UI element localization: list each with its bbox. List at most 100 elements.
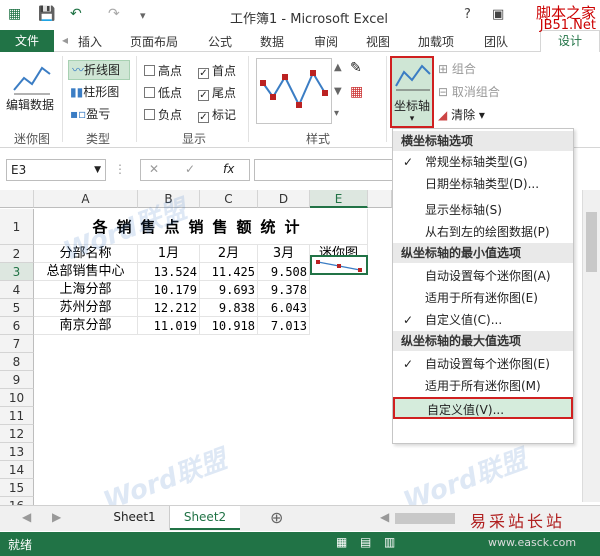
tab-insert[interactable]: 插入: [78, 33, 102, 50]
edit-data-button[interactable]: 编辑数据: [6, 96, 54, 113]
tab-file[interactable]: 文件: [0, 30, 54, 52]
insert-function-icon[interactable]: fx: [223, 162, 234, 176]
axis-menu-item[interactable]: 适用于所有迷你图(M): [393, 375, 573, 397]
sales-value-cell[interactable]: 7.013: [258, 317, 310, 335]
axis-menu-item[interactable]: 自动设置每个迷你图(A): [393, 265, 573, 287]
name-box[interactable]: E3 ▼: [6, 159, 106, 181]
sales-value-cell[interactable]: 9.693: [200, 281, 258, 299]
first-point-checkbox[interactable]: 首点: [198, 62, 236, 79]
enter-icon[interactable]: ✓: [185, 162, 195, 176]
axis-menu-item[interactable]: 显示坐标轴(S): [393, 199, 573, 221]
tab-team[interactable]: 团队: [484, 33, 508, 50]
sales-value-cell[interactable]: 9.838: [200, 299, 258, 317]
branch-name-cell[interactable]: 苏州分部: [34, 299, 138, 317]
sheet-tab[interactable]: Sheet1: [100, 506, 170, 530]
sales-value-cell[interactable]: 13.524: [138, 263, 200, 281]
row-header[interactable]: 6: [0, 317, 34, 335]
sales-value-cell[interactable]: 9.378: [258, 281, 310, 299]
axis-menu-item[interactable]: ✓ 常规坐标轴类型(G): [393, 151, 573, 173]
group-button[interactable]: ⊞ 组合: [438, 60, 476, 77]
header-cell[interactable]: 3月: [258, 245, 310, 263]
cancel-icon[interactable]: ✕: [149, 162, 159, 176]
column-header[interactable]: D: [258, 190, 310, 208]
sales-value-cell[interactable]: 12.212: [138, 299, 200, 317]
branch-name-cell[interactable]: 总部销售中心: [34, 263, 138, 281]
axis-menu-item[interactable]: ✓ 自定义值(C)...: [393, 309, 573, 331]
formula-input[interactable]: [254, 159, 394, 181]
normal-view-icon[interactable]: ▦: [336, 535, 347, 549]
tab-review[interactable]: 审阅: [314, 33, 338, 50]
scrollbar-thumb[interactable]: [586, 212, 597, 272]
header-cell[interactable]: 分部名称: [34, 245, 138, 263]
hscroll-left-icon[interactable]: ◀: [380, 510, 389, 524]
high-point-checkbox[interactable]: 高点: [144, 62, 182, 79]
tab-design[interactable]: 设计: [540, 30, 600, 52]
customize-qat-icon[interactable]: ▾: [140, 9, 146, 22]
sparkline-color-icon[interactable]: ✎: [350, 60, 362, 76]
sheet-title[interactable]: 各销售点销售额统计: [34, 209, 368, 245]
column-header[interactable]: [368, 190, 392, 208]
axis-menu-item[interactable]: 适用于所有迷你图(E): [393, 287, 573, 309]
column-header[interactable]: E: [310, 190, 368, 208]
ribbon-display-icon[interactable]: ▣: [492, 7, 504, 22]
tab-formulas[interactable]: 公式: [208, 33, 232, 50]
help-button[interactable]: ?: [464, 7, 471, 22]
row-header[interactable]: 3: [0, 263, 34, 281]
winloss-type-button[interactable]: ▪▫盈亏: [70, 105, 110, 122]
page-layout-view-icon[interactable]: ▤: [360, 535, 371, 549]
line-type-button[interactable]: 〰折线图: [68, 60, 130, 80]
row-header[interactable]: 14: [0, 461, 34, 479]
undo-icon[interactable]: ↶: [70, 6, 82, 22]
hscroll-thumb[interactable]: [395, 513, 455, 524]
column-header[interactable]: A: [34, 190, 138, 208]
row-header[interactable]: 15: [0, 479, 34, 497]
column-type-button[interactable]: ▮▮柱形图: [70, 83, 119, 100]
sales-value-cell[interactable]: 11.425: [200, 263, 258, 281]
header-cell[interactable]: 2月: [200, 245, 258, 263]
gallery-more-icon[interactable]: ▾: [334, 108, 339, 119]
gallery-scroll-up-icon[interactable]: ▲: [334, 62, 342, 73]
sales-value-cell[interactable]: 6.043: [258, 299, 310, 317]
negative-point-checkbox[interactable]: 负点: [144, 106, 182, 123]
markers-checkbox[interactable]: 标记: [198, 106, 236, 123]
axis-menu-item[interactable]: 从右到左的绘图数据(P): [393, 221, 573, 243]
row-header[interactable]: 10: [0, 389, 34, 407]
edit-data-icon[interactable]: [10, 60, 54, 100]
vertical-scrollbar[interactable]: [582, 190, 600, 502]
row-header[interactable]: 8: [0, 353, 34, 371]
branch-name-cell[interactable]: 南京分部: [34, 317, 138, 335]
ungroup-button[interactable]: ⊟ 取消组合: [438, 83, 500, 100]
row-header[interactable]: 7: [0, 335, 34, 353]
axis-menu-item[interactable]: 日期坐标轴类型(D)...: [393, 173, 573, 195]
worksheet-grid[interactable]: A B C D E 12345678910111213141516 各销售点销售…: [0, 190, 392, 515]
last-point-checkbox[interactable]: 尾点: [198, 84, 236, 101]
row-header[interactable]: 12: [0, 425, 34, 443]
sales-value-cell[interactable]: 10.179: [138, 281, 200, 299]
scroll-left-icon[interactable]: ◀: [22, 510, 31, 524]
tab-scroll-left-icon[interactable]: ◂: [62, 33, 68, 47]
column-header[interactable]: B: [138, 190, 200, 208]
tab-data[interactable]: 数据: [260, 33, 284, 50]
tab-addins[interactable]: 加载项: [418, 33, 454, 50]
low-point-checkbox[interactable]: 低点: [144, 84, 182, 101]
sparkline-style-gallery[interactable]: [256, 58, 332, 124]
axis-menu-item[interactable]: 自定义值(V)...: [393, 397, 573, 419]
clear-button[interactable]: ◢ 清除 ▾: [438, 106, 485, 123]
selected-cell-sparkline[interactable]: [310, 255, 368, 275]
row-header[interactable]: 13: [0, 443, 34, 461]
sales-value-cell[interactable]: 9.508: [258, 263, 310, 281]
marker-color-icon[interactable]: ▦: [350, 84, 363, 100]
sales-value-cell[interactable]: 11.019: [138, 317, 200, 335]
tab-page-layout[interactable]: 页面布局: [130, 33, 178, 50]
scroll-right-icon[interactable]: ▶: [52, 510, 61, 524]
row-header[interactable]: 4: [0, 281, 34, 299]
select-all-corner[interactable]: [0, 190, 34, 208]
tab-view[interactable]: 视图: [366, 33, 390, 50]
row-header[interactable]: 1: [0, 209, 34, 245]
redo-icon[interactable]: ↷: [108, 6, 120, 22]
row-header[interactable]: 2: [0, 245, 34, 263]
gallery-scroll-down-icon[interactable]: ▼: [334, 86, 342, 97]
save-icon[interactable]: 💾: [38, 6, 55, 22]
header-cell[interactable]: 1月: [138, 245, 200, 263]
row-header[interactable]: 9: [0, 371, 34, 389]
